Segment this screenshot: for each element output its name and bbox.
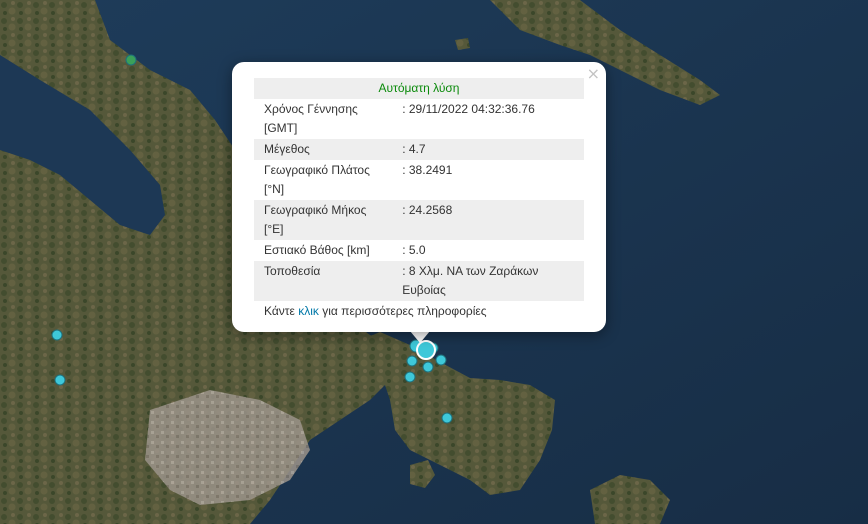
- value-longitude: : 24.2568: [398, 200, 584, 240]
- label-location: Τοποθεσία: [254, 261, 399, 301]
- close-icon[interactable]: ×: [587, 65, 600, 83]
- earthquake-info-popup: × Αυτόματη λύση Χρόνος Γέννησης [GMT] : 2…: [232, 62, 606, 332]
- label-origin-time: Χρόνος Γέννησης [GMT]: [264, 102, 358, 135]
- solution-header: Αυτόματη λύση: [254, 78, 584, 99]
- label-longitude: Γεωγραφικό Μήκος [°E]: [254, 200, 399, 240]
- earthquake-marker-icon[interactable]: [404, 371, 416, 383]
- popup-tip: [410, 331, 430, 343]
- earthquake-marker-icon[interactable]: [441, 412, 453, 424]
- earthquake-marker-icon[interactable]: [406, 355, 418, 367]
- more-info-line: Κάντε κλικ για περισσότερες πληροφορίες: [254, 301, 584, 322]
- label-depth: Εστιακό Βάθος [km]: [264, 243, 370, 257]
- value-depth: : 5.0: [402, 243, 426, 257]
- earthquake-marker-icon[interactable]: [422, 361, 434, 373]
- earthquake-marker-icon[interactable]: [51, 329, 63, 341]
- earthquake-marker-icon[interactable]: [435, 354, 447, 366]
- value-location: : 8 Χλμ. ΝΑ των Ζαράκων Ευβοίας: [398, 261, 584, 301]
- earthquake-marker-icon[interactable]: [54, 374, 66, 386]
- info-table: Αυτόματη λύση Χρόνος Γέννησης [GMT] : 29/…: [254, 78, 584, 322]
- more-prefix: Κάντε: [264, 304, 299, 318]
- label-magnitude: Μέγεθος: [254, 139, 399, 160]
- earthquake-marker-selected-icon[interactable]: [416, 340, 436, 360]
- more-info-link[interactable]: κλικ: [298, 304, 319, 318]
- value-magnitude: : 4.7: [398, 139, 584, 160]
- value-latitude: : 38.2491: [402, 163, 453, 177]
- label-latitude: Γεωγραφικό Πλάτος [°N]: [264, 163, 370, 196]
- earthquake-marker-icon[interactable]: [125, 54, 137, 66]
- value-origin-time: : 29/11/2022 04:32:36.76: [402, 102, 535, 116]
- more-suffix: για περισσότερες πληροφορίες: [318, 304, 487, 318]
